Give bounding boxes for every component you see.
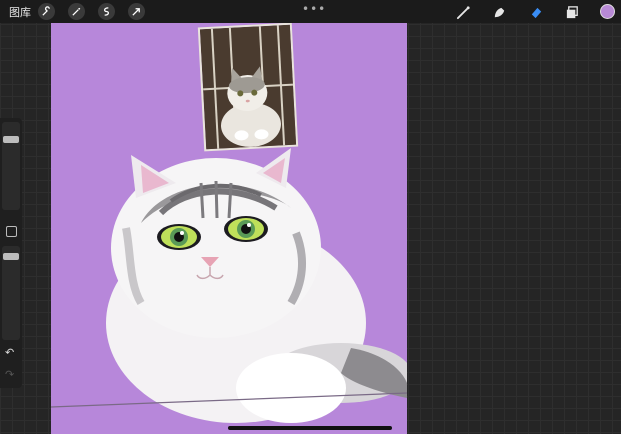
eraser-icon (531, 7, 541, 18)
modify-button[interactable] (6, 226, 17, 237)
undo-icon[interactable]: ↶ (5, 346, 14, 359)
redo-icon[interactable]: ↷ (5, 368, 14, 381)
smudge-tool-button[interactable] (490, 3, 508, 21)
brush-tool-button[interactable] (454, 3, 472, 21)
top-toolbar: 图库 ••• (0, 0, 621, 23)
more-options-icon[interactable]: ••• (302, 2, 326, 16)
magic-wand-icon (72, 7, 81, 16)
layers-button[interactable] (563, 3, 581, 21)
drawing-canvas[interactable] (51, 23, 407, 434)
opacity-slider[interactable] (2, 246, 20, 340)
left-sidebar: ↶ ↷ (0, 118, 22, 388)
transform-arrow-icon (132, 8, 140, 16)
gallery-link[interactable]: 图库 (9, 4, 31, 20)
cat-illustration (51, 148, 407, 423)
wrench-icon (42, 6, 50, 16)
transform-button[interactable] (128, 3, 145, 20)
layers-icon (566, 5, 578, 18)
selection-icon (104, 7, 109, 16)
opacity-handle[interactable] (3, 253, 19, 260)
adjustments-button[interactable] (68, 3, 85, 20)
smudge-icon (494, 7, 504, 17)
eraser-tool-button[interactable] (527, 3, 545, 21)
selection-button[interactable] (98, 3, 115, 20)
brush-size-handle[interactable] (3, 136, 19, 143)
home-indicator (228, 426, 392, 430)
color-picker-button[interactable] (600, 4, 615, 19)
actions-button[interactable] (38, 3, 55, 20)
brush-icon (456, 5, 470, 19)
